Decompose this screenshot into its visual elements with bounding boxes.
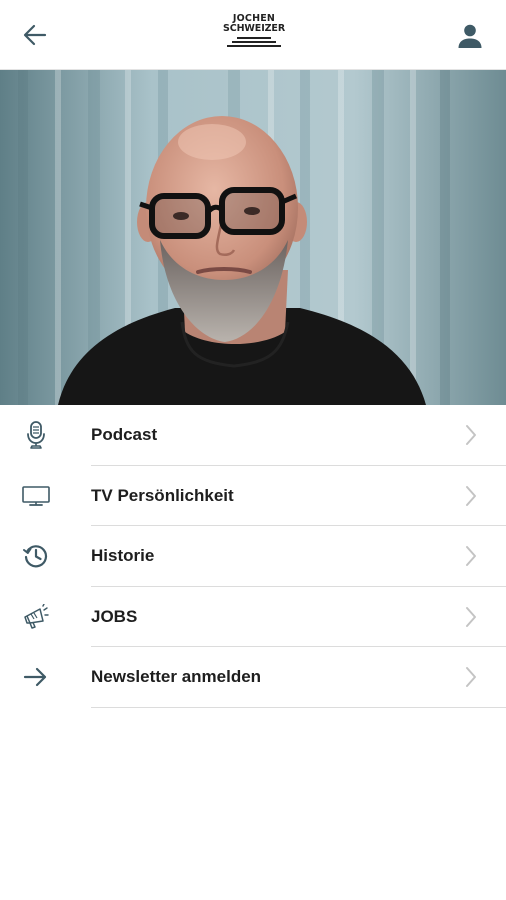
microphone-icon	[27, 421, 45, 449]
chevron-right-icon	[466, 546, 476, 566]
back-button[interactable]	[18, 20, 52, 50]
menu-item-label: TV Persönlichkeit	[91, 485, 234, 505]
brand-logo: JOCHEN SCHWEIZER	[218, 14, 290, 56]
app-header: JOCHEN SCHWEIZER	[0, 0, 506, 70]
menu-item-jobs[interactable]: JOBS	[0, 587, 506, 647]
menu-item-label: Historie	[91, 546, 155, 565]
chevron-right-icon	[466, 606, 476, 627]
divider	[91, 706, 506, 708]
hero-portrait-image	[0, 70, 506, 405]
menu-item-podcast[interactable]: Podcast	[0, 405, 506, 466]
arrow-right-icon	[23, 667, 47, 687]
menu-item-label: Newsletter anmelden	[91, 667, 262, 686]
chevron-right-icon	[466, 425, 476, 445]
history-icon	[23, 545, 48, 568]
logo-line-2: SCHWEIZER	[222, 23, 286, 34]
user-icon	[458, 24, 482, 48]
menu-list: Podcast TV Persönlichkeit Historie JOBS …	[0, 405, 506, 708]
megaphone-icon	[24, 603, 49, 629]
arrow-left-icon	[23, 24, 47, 46]
menu-item-label: Podcast	[91, 425, 158, 444]
menu-item-label: JOBS	[91, 606, 138, 626]
logo-bars	[227, 37, 281, 47]
menu-item-newsletter[interactable]: Newsletter anmelden	[0, 647, 506, 708]
menu-item-tv-personality[interactable]: TV Persönlichkeit	[0, 466, 506, 526]
chevron-right-icon	[466, 485, 476, 506]
tv-icon	[22, 485, 50, 506]
chevron-right-icon	[466, 667, 476, 687]
profile-button[interactable]	[454, 20, 486, 52]
menu-item-history[interactable]: Historie	[0, 526, 506, 587]
